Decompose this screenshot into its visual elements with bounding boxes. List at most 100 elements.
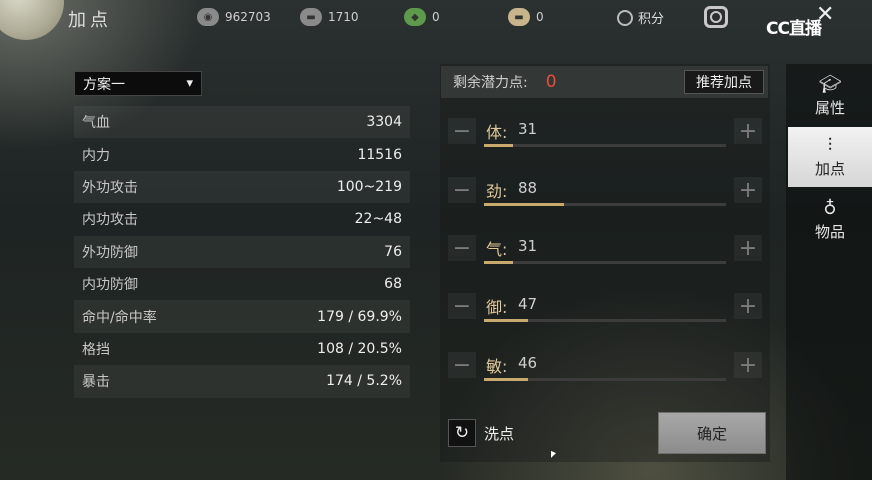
plan-label: 方案一 [83, 76, 125, 93]
attribute-name: 敏: [486, 357, 508, 376]
top-bar: 加点 ◉ 962703 ▬ 1710 ◆ 0 ▬ 0 积分 CC直播 ✕ [0, 0, 872, 39]
attribute-bar-fill [484, 144, 514, 147]
confirm-button[interactable]: 确定 [658, 412, 766, 454]
attribute-row: − 御: 47 + [448, 291, 768, 322]
attribute-row: − 敏: 46 + [448, 350, 768, 381]
graduation-cap-icon: 🎓︎ [818, 73, 842, 95]
page-title: 加点 [68, 10, 112, 31]
attribute-row: − 劲: 88 + [448, 175, 768, 206]
attribute-bar [484, 319, 726, 322]
attribute-bar-fill [484, 378, 528, 381]
stat-value: 11516 [357, 146, 402, 163]
stat-row: 内力 11516 [74, 138, 410, 170]
stat-label: 暴击 [82, 374, 110, 391]
stat-row: 命中/命中率 179 / 69.9% [74, 300, 410, 333]
reset-points-button[interactable]: ↻ 洗点 [448, 419, 514, 447]
remaining-label: 剩余潜力点: [453, 75, 528, 91]
stat-label: 外功攻击 [82, 179, 138, 196]
resource-value: 962703 [225, 10, 271, 24]
score-icon [617, 9, 633, 26]
minus-button[interactable]: − [448, 177, 476, 203]
attribute-name: 体: [486, 123, 508, 142]
stat-row: 外功防御 76 [74, 235, 410, 268]
reset-label: 洗点 [484, 424, 515, 443]
tab-label: 加点 [814, 159, 845, 178]
attribute-value: 47 [518, 295, 538, 313]
stat-row: 气血 3304 [74, 106, 410, 139]
stat-value: 3304 [366, 114, 402, 131]
chevron-down-icon: ▾ [186, 76, 193, 91]
gold-ingot-icon: ▬ [508, 8, 530, 26]
stat-value: 174 / 5.2% [326, 373, 402, 390]
stat-label: 命中/命中率 [82, 309, 157, 326]
resource-jade: ◆ 0 [404, 8, 440, 26]
stat-value: 68 [384, 276, 402, 293]
attribute-value: 88 [518, 179, 538, 197]
resource-gold-ingot: ▬ 0 [508, 8, 544, 26]
resource-value: 1710 [328, 10, 359, 24]
tab-label: 属性 [814, 98, 845, 117]
score-button[interactable]: 积分 [617, 8, 664, 27]
attribute-bar-fill [484, 261, 514, 264]
attribute-value: 31 [518, 237, 538, 255]
attribute-bar-fill [484, 203, 564, 206]
attribute-name: 气: [486, 240, 508, 259]
plus-button[interactable]: + [734, 352, 762, 378]
score-label: 积分 [638, 12, 665, 27]
minus-button[interactable]: − [448, 352, 476, 378]
resource-value: 0 [432, 10, 440, 24]
attribute-row: − 体: 31 + [448, 116, 768, 147]
stat-row: 内功防御 68 [74, 268, 410, 300]
close-icon[interactable]: ✕ [816, 2, 834, 27]
plan-dropdown[interactable]: 方案一 ▾ [74, 71, 202, 96]
stat-label: 外功防御 [82, 244, 138, 261]
sliders-icon: ⫶ [827, 134, 833, 156]
stat-value: 108 / 20.5% [317, 340, 402, 357]
ingot-icon: ▬ [300, 8, 322, 26]
resource-film: ◉ 962703 [197, 8, 271, 26]
minus-button[interactable]: − [448, 293, 476, 319]
tab-attributes[interactable]: 🎓︎ 属性 [788, 66, 872, 126]
minus-button[interactable]: − [448, 235, 476, 261]
plus-button[interactable]: + [734, 118, 762, 144]
attribute-bar-fill [484, 319, 528, 322]
stat-value: 76 [384, 243, 402, 260]
remaining-value: 0 [545, 72, 557, 92]
resource-value: 0 [536, 10, 544, 24]
stat-value: 100~219 [336, 178, 402, 195]
stat-row: 外功攻击 100~219 [74, 170, 410, 204]
tab-items[interactable]: ♁ 物品 [788, 190, 872, 250]
attribute-name: 御: [486, 298, 508, 317]
watermark-logo: CC直播 [766, 19, 822, 39]
stats-list: 气血 3304 内力 11516 外功攻击 100~219 内功攻击 22~48 外功防… [74, 106, 410, 398]
attribute-bar [484, 144, 726, 147]
pouch-icon: ♁ [823, 197, 837, 219]
stat-value: 22~48 [354, 211, 402, 228]
attribute-bar [484, 203, 726, 206]
refresh-icon: ↻ [448, 419, 476, 447]
stat-label: 内力 [82, 147, 110, 164]
plus-button[interactable]: + [734, 293, 762, 319]
stat-label: 格挡 [82, 341, 110, 358]
attribute-bar [484, 261, 726, 264]
tab-allocate-points[interactable]: ⫶ 加点 [788, 127, 872, 187]
attribute-value: 46 [518, 354, 538, 372]
stat-row: 格挡 108 / 20.5% [74, 333, 410, 365]
attribute-bar [484, 378, 726, 381]
stat-label: 内功攻击 [82, 212, 138, 229]
minus-button[interactable]: − [448, 118, 476, 144]
stat-row: 暴击 174 / 5.2% [74, 365, 410, 398]
jade-icon: ◆ [404, 8, 426, 26]
attribute-value: 31 [518, 120, 538, 138]
settings-gear-icon[interactable] [704, 6, 728, 28]
plus-button[interactable]: + [734, 177, 762, 203]
stat-value: 179 / 69.9% [317, 308, 402, 325]
plus-button[interactable]: + [734, 235, 762, 261]
stat-label: 内功防御 [82, 277, 138, 294]
stat-label: 气血 [82, 115, 110, 132]
recommend-button[interactable]: 推荐加点 [684, 70, 764, 94]
tab-label: 物品 [814, 222, 845, 241]
attribute-row: − 气: 31 + [448, 233, 768, 264]
film-icon: ◉ [197, 8, 219, 26]
resource-ingot: ▬ 1710 [300, 8, 359, 26]
